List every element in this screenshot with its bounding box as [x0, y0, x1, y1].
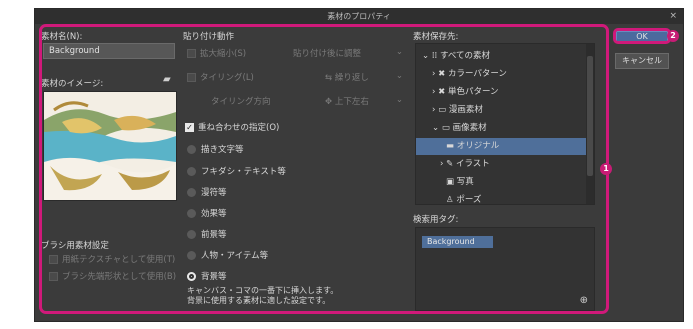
material-properties-dialog: 素材のプロパティ × 素材名(N): Background 素材のイメージ: ▰… [34, 8, 684, 322]
highlight-frame-properties [39, 24, 609, 314]
highlight-frame-ok [613, 28, 671, 44]
callout-badge-2: 2 [667, 30, 679, 42]
callout-badge-1: 1 [600, 163, 612, 175]
cancel-button[interactable]: キャンセル [615, 53, 669, 69]
dialog-title: 素材のプロパティ [327, 12, 391, 21]
title-bar: 素材のプロパティ × [35, 9, 683, 24]
close-icon[interactable]: × [669, 9, 677, 24]
